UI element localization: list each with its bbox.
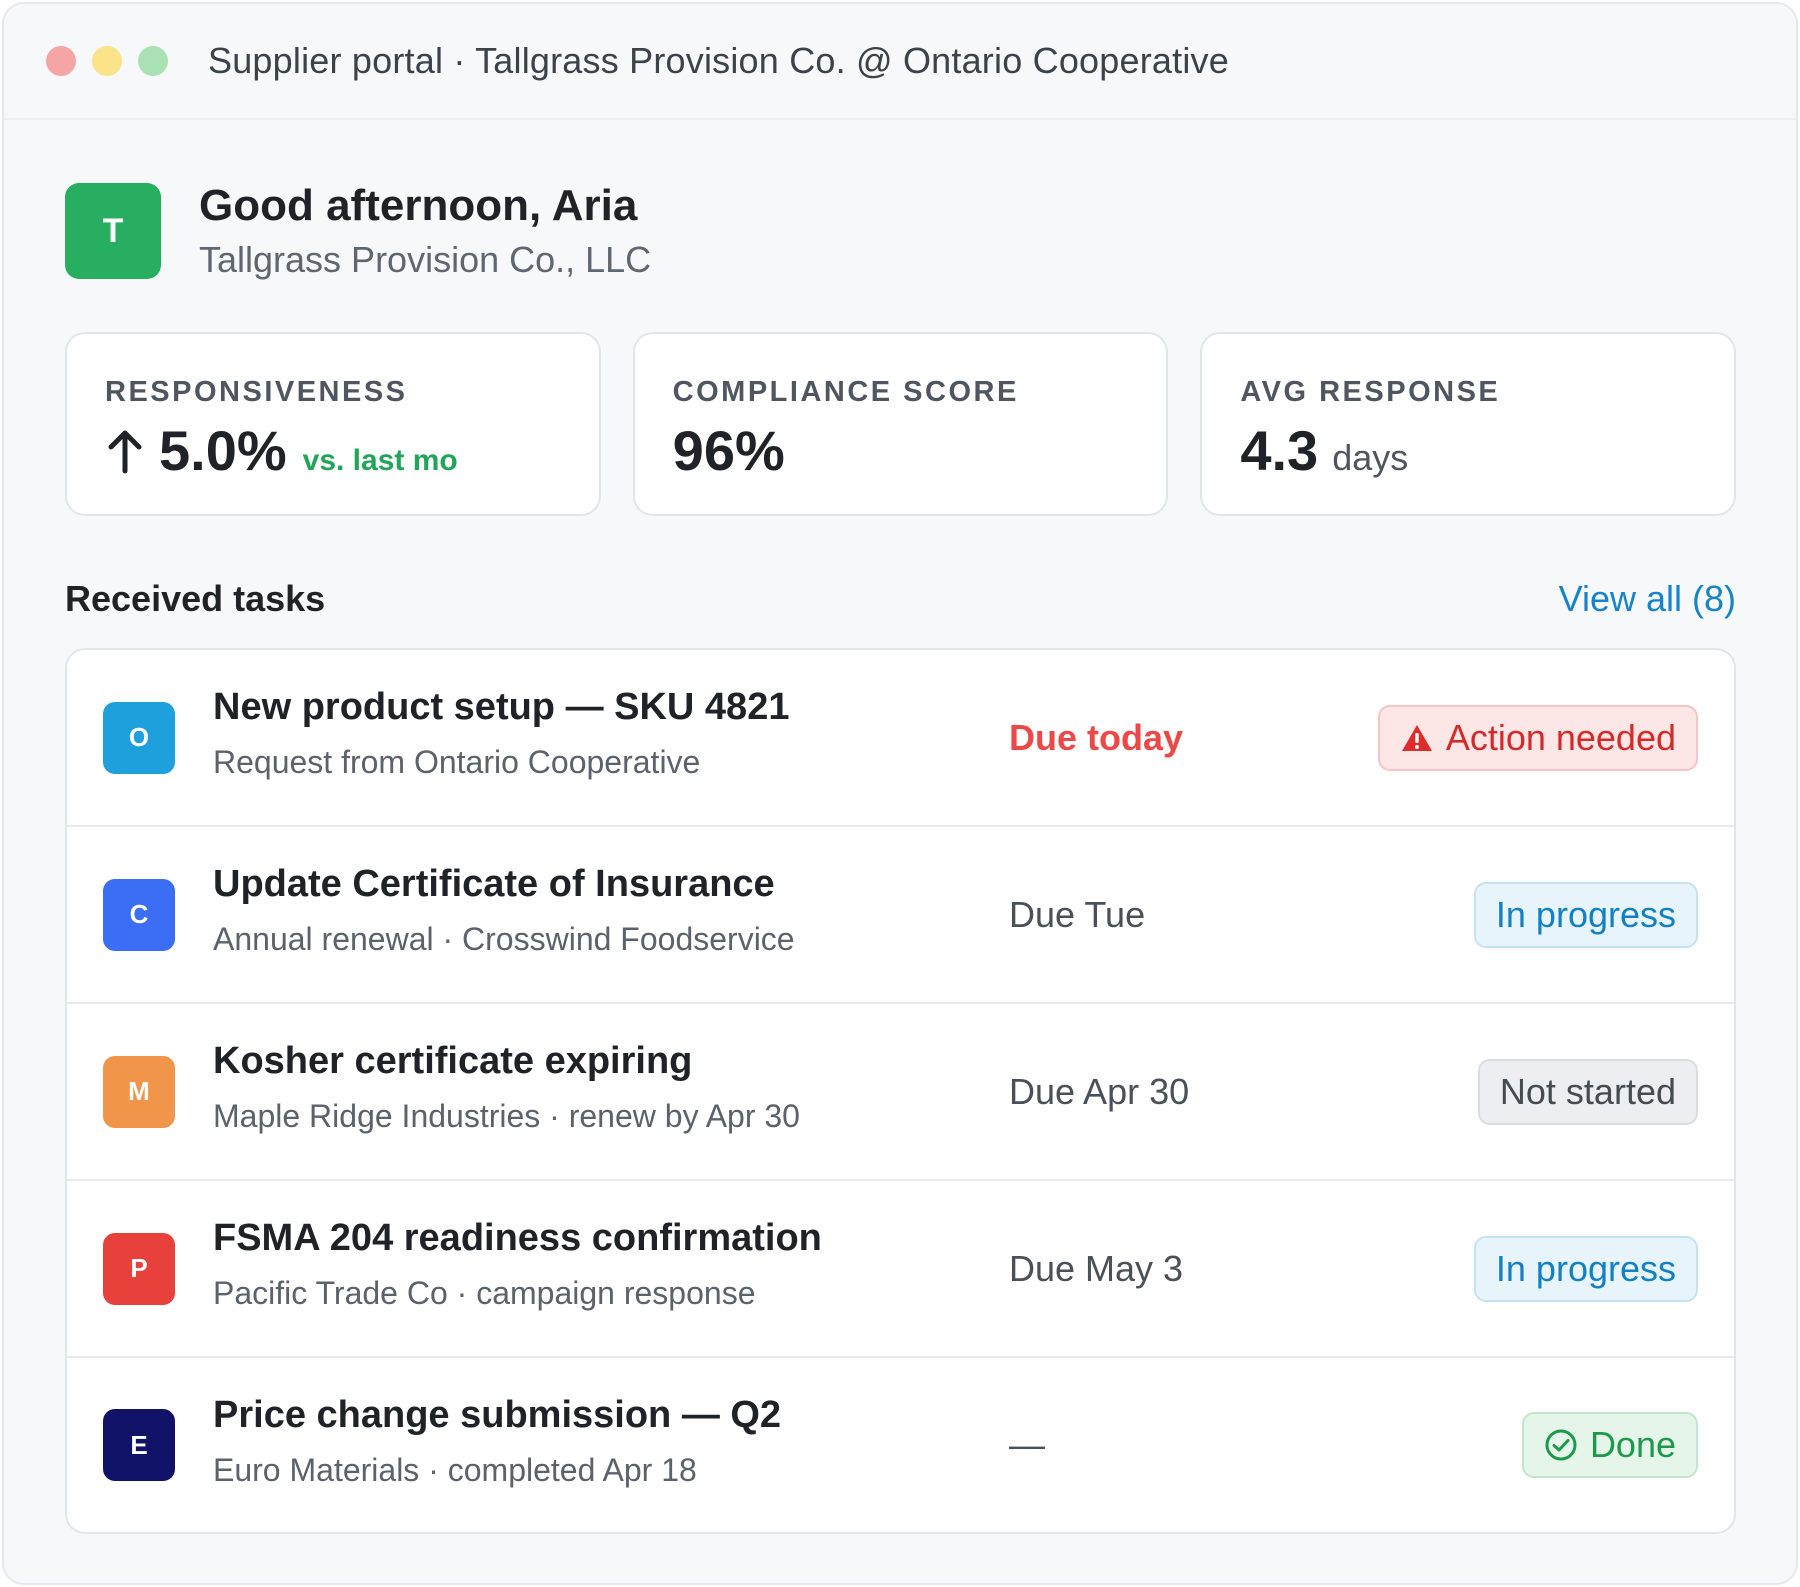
check-circle-icon: [1545, 1429, 1577, 1461]
task-subtitle: Request from Ontario Cooperative: [213, 744, 701, 780]
task-title[interactable]: Update Certificate of Insurance: [213, 861, 795, 907]
app-window: Supplier portal · Tallgrass Provision Co…: [2, 2, 1798, 1585]
task-subtitle: Pacific Trade Co · campaign response: [213, 1275, 756, 1311]
task-source-avatar: O: [103, 701, 175, 774]
task-row[interactable]: E Price change submission — Q2 Euro Materi…: [67, 1358, 1734, 1532]
window-title: Supplier portal · Tallgrass Provision Co…: [208, 40, 1229, 81]
stat-unit: days: [1332, 437, 1409, 478]
task-source-avatar: C: [103, 878, 175, 951]
minimize-window-button[interactable]: [92, 46, 122, 76]
stat-label: COMPLIANCE SCORE: [672, 376, 1019, 408]
stat-value: 96%: [672, 419, 785, 482]
stats-row: RESPONSIVENESS 5.0% vs. last mo COMPLIAN…: [65, 332, 1737, 516]
stat-value: 4.3: [1240, 419, 1319, 482]
status-badge: Not started: [1477, 1058, 1698, 1125]
status-label: Action needed: [1445, 716, 1676, 758]
task-source-avatar: E: [103, 1409, 175, 1481]
task-due-date: Due today: [1009, 716, 1184, 758]
status-badge: Action needed: [1377, 704, 1698, 771]
task-due-date: Due Tue: [1009, 893, 1146, 935]
stat-card-compliance: COMPLIANCE SCORE 96%: [632, 332, 1169, 516]
close-window-button[interactable]: [46, 46, 76, 76]
maximize-window-button[interactable]: [138, 46, 168, 76]
task-row[interactable]: C Update Certificate of Insurance Annual r…: [67, 827, 1734, 1004]
company-name: Tallgrass Provision Co., LLC: [199, 239, 652, 280]
task-title[interactable]: Kosher certificate expiring: [213, 1038, 800, 1084]
task-row[interactable]: O New product setup — SKU 4821 Request fro…: [67, 650, 1734, 827]
task-title[interactable]: Price change submission — Q2: [213, 1392, 781, 1438]
task-subtitle: Annual renewal · Crosswind Foodservice: [213, 921, 795, 957]
task-due-date: —: [1009, 1424, 1045, 1465]
status-label: Done: [1589, 1424, 1676, 1465]
task-source-avatar: P: [103, 1232, 175, 1305]
status-label: Not started: [1499, 1070, 1676, 1112]
arrow-up-icon: [108, 430, 142, 474]
status-badge: In progress: [1473, 1235, 1698, 1302]
warning-icon: [1401, 724, 1432, 751]
greeting-header: T Good afternoon, Aria Tallgrass Provisi…: [65, 180, 1736, 282]
stat-label: AVG RESPONSE: [1240, 376, 1501, 408]
status-label: In progress: [1495, 893, 1676, 935]
task-subtitle: Maple Ridge Industries · renew by Apr 30: [213, 1098, 800, 1134]
status-badge: Done: [1521, 1412, 1698, 1478]
stat-card-avg-response: AVG RESPONSE 4.3 days: [1200, 332, 1737, 516]
task-row[interactable]: M Kosher certificate expiring Maple Ridge …: [67, 1004, 1734, 1181]
task-list: O New product setup — SKU 4821 Request fro…: [65, 648, 1736, 1534]
greeting-title: Good afternoon, Aria: [199, 181, 638, 230]
task-title[interactable]: FSMA 204 readiness confirmation: [213, 1215, 822, 1261]
tasks-title: Received tasks: [65, 578, 326, 619]
task-due-date: Due Apr 30: [1009, 1070, 1190, 1112]
view-all-link[interactable]: View all (8): [1559, 578, 1736, 620]
company-avatar: T: [65, 183, 161, 279]
stat-delta: vs. last mo: [302, 444, 458, 477]
stat-label: RESPONSIVENESS: [105, 376, 408, 408]
task-due-date: Due May 3: [1009, 1247, 1184, 1289]
task-title[interactable]: New product setup — SKU 4821: [213, 684, 789, 730]
status-label: In progress: [1495, 1247, 1676, 1289]
task-source-avatar: M: [103, 1055, 175, 1128]
task-row[interactable]: P FSMA 204 readiness confirmation Pacific …: [67, 1181, 1734, 1358]
stat-card-responsiveness: RESPONSIVENESS 5.0% vs. last mo: [65, 332, 601, 516]
main-content: T Good afternoon, Aria Tallgrass Provisi…: [4, 180, 1796, 1534]
title-bar: Supplier portal · Tallgrass Provision Co…: [4, 4, 1796, 120]
task-subtitle: Euro Materials · completed Apr 18: [213, 1452, 697, 1488]
status-badge: In progress: [1473, 881, 1698, 948]
tasks-header: Received tasks View all (8): [65, 578, 1736, 620]
stat-value: 5.0%: [159, 419, 287, 482]
